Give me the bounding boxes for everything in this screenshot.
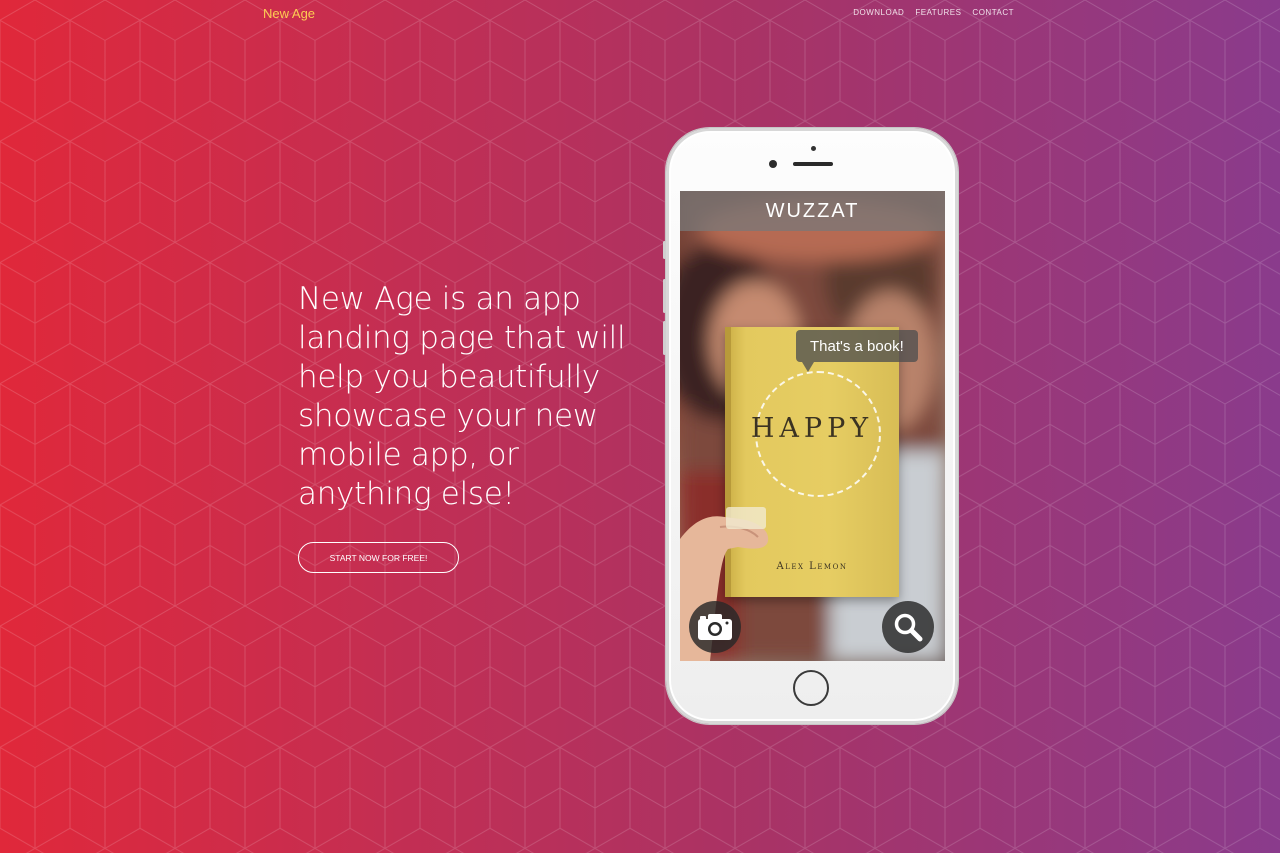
phone-mute-switch: [663, 241, 666, 259]
camera-icon: [698, 614, 732, 640]
search-icon: [894, 613, 923, 642]
phone-front-camera: [769, 160, 777, 168]
hexagon-pattern-background: [0, 0, 1280, 853]
camera-button[interactable]: [689, 601, 741, 653]
app-title-bar: WUZZAT: [680, 191, 945, 231]
phone-home-button: [793, 670, 829, 706]
detection-bubble: That's a book!: [796, 330, 918, 372]
phone-volume-down: [663, 321, 666, 355]
app-title: WUZZAT: [765, 199, 860, 222]
nav-links: DOWNLOAD FEATURES CONTACT: [853, 8, 1014, 17]
navbar: New Age DOWNLOAD FEATURES CONTACT: [0, 0, 1280, 28]
bubble-text: That's a book!: [810, 337, 904, 355]
phone-sensor: [811, 146, 816, 151]
phone-screen: WUZZAT HAPPY Alex Lemon That's a book!: [680, 191, 945, 661]
nav-link-contact[interactable]: CONTACT: [972, 8, 1014, 17]
search-button[interactable]: [882, 601, 934, 653]
phone-volume-up: [663, 279, 666, 313]
nav-link-features[interactable]: FEATURES: [915, 8, 961, 17]
hero-heading: New Age is an app landing page that will…: [298, 281, 626, 512]
phone-mockup: WUZZAT HAPPY Alex Lemon That's a book!: [663, 128, 958, 724]
brand-link[interactable]: New Age: [263, 6, 315, 21]
nav-link-download[interactable]: DOWNLOAD: [853, 8, 904, 17]
start-now-button[interactable]: START NOW FOR FREE!: [298, 542, 459, 573]
phone-speaker: [793, 162, 833, 166]
book-title: HAPPY: [750, 413, 874, 444]
